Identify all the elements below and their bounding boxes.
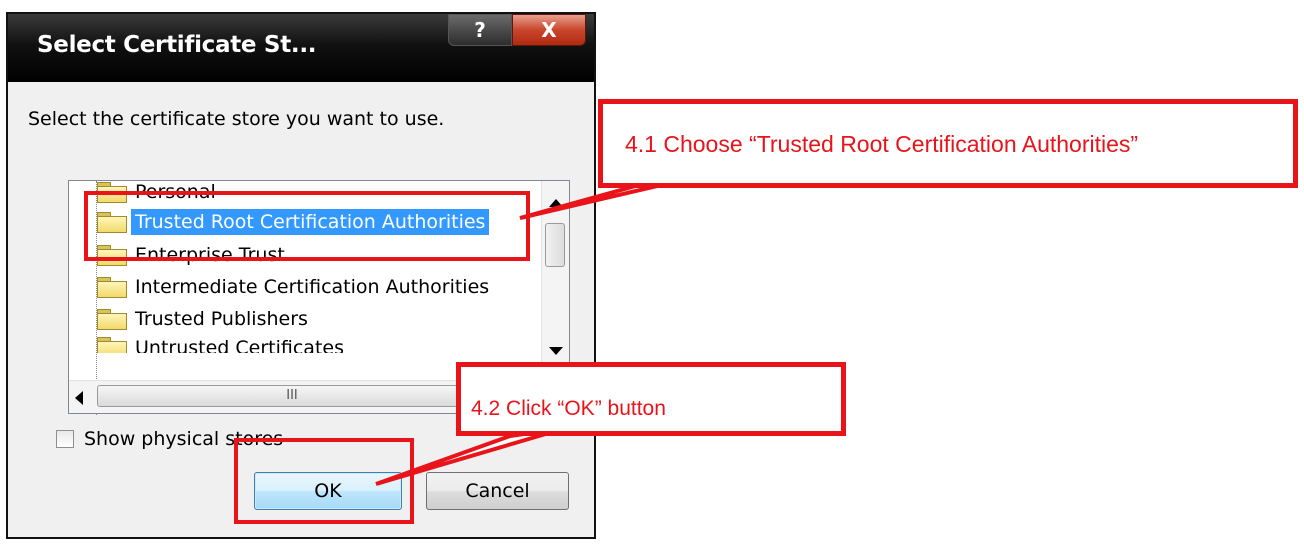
vertical-scrollbar[interactable] <box>541 181 569 381</box>
callout-step1: 4.1 Choose “Trusted Root Certification A… <box>598 99 1298 188</box>
scroll-up-arrow-icon[interactable] <box>549 199 563 207</box>
highlight-ok-button <box>234 438 414 524</box>
cancel-button[interactable]: Cancel <box>426 472 569 510</box>
tree-item-label: Trusted Publishers <box>135 308 308 330</box>
title-bar[interactable]: Select Certificate St... ? X <box>8 14 594 82</box>
callout-step1-text: 4.1 Choose “Trusted Root Certification A… <box>625 131 1139 157</box>
tree-item-intermediate[interactable]: Intermediate Certification Authorities <box>97 273 489 301</box>
show-physical-stores-checkbox[interactable] <box>56 430 74 448</box>
tree-item-trusted-publishers[interactable]: Trusted Publishers <box>97 305 308 333</box>
horizontal-scroll-thumb[interactable]: III <box>97 385 487 407</box>
callout-step2: 4.2 Click “OK” button <box>456 362 846 436</box>
instruction-text: Select the certificate store you want to… <box>28 108 445 130</box>
tree-item-untrusted[interactable]: Untrusted Certificates <box>97 337 344 353</box>
close-button[interactable]: X <box>512 14 586 46</box>
folder-icon <box>97 308 127 330</box>
callout-step2-text: 4.2 Click “OK” button <box>471 397 666 420</box>
dialog-title: Select Certificate St... <box>37 32 317 58</box>
folder-icon <box>97 276 127 298</box>
scroll-left-arrow-icon[interactable] <box>75 391 83 405</box>
vertical-scroll-thumb[interactable] <box>545 223 565 267</box>
tree-item-label: Untrusted Certificates <box>135 337 344 353</box>
help-button[interactable]: ? <box>448 14 512 46</box>
scroll-down-arrow-icon[interactable] <box>549 347 563 355</box>
folder-icon <box>97 337 127 353</box>
tree-item-label: Intermediate Certification Authorities <box>135 276 490 298</box>
window-controls: ? X <box>448 14 590 48</box>
highlight-trusted-root <box>84 191 530 261</box>
